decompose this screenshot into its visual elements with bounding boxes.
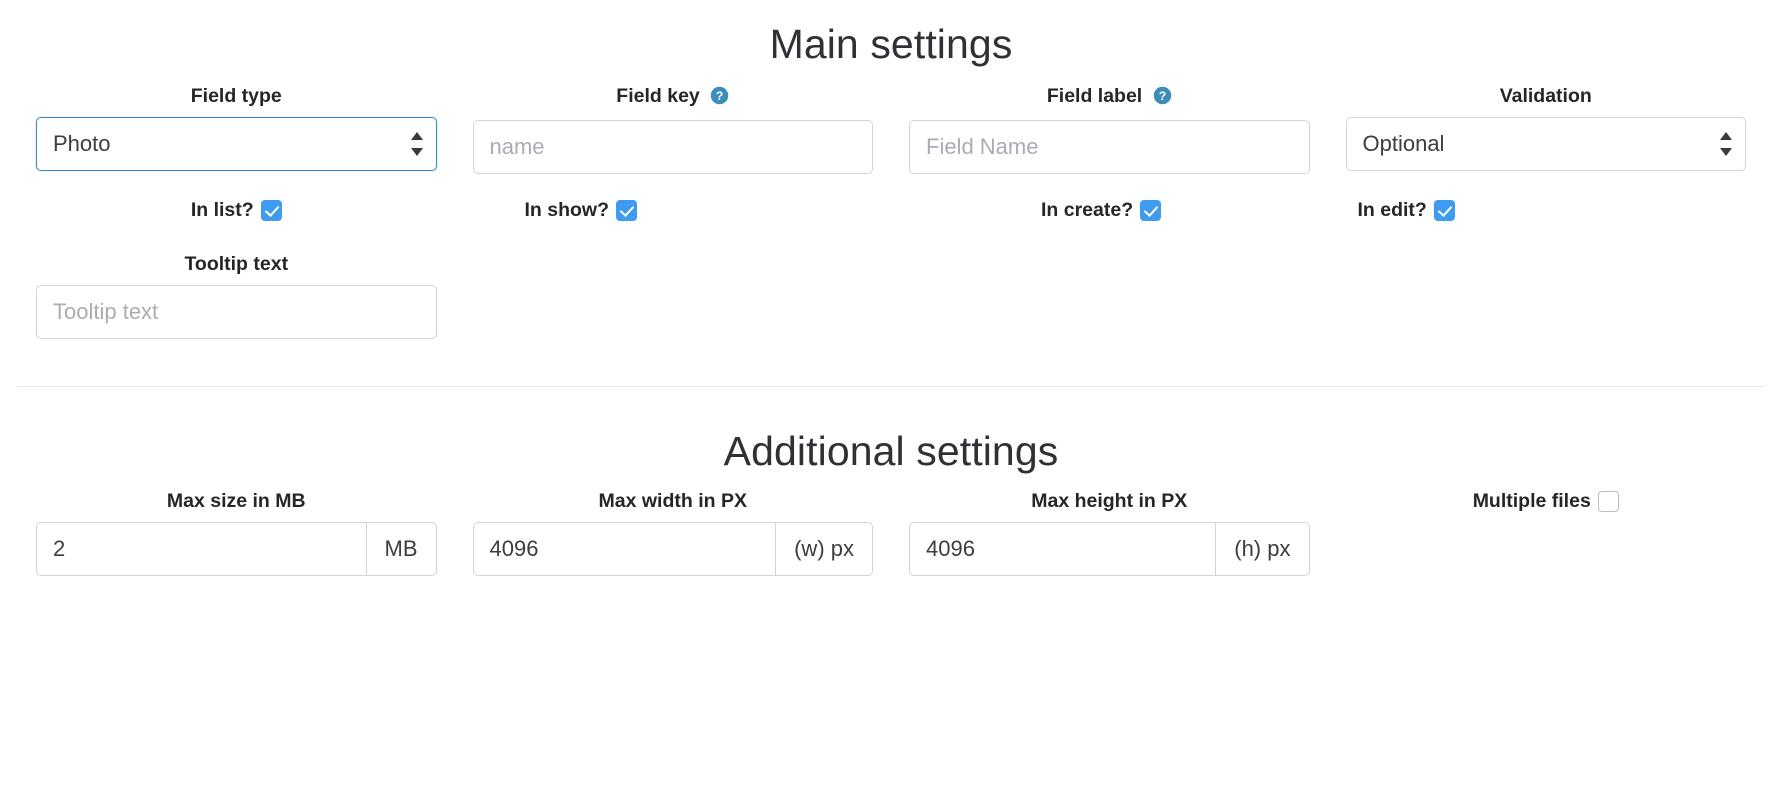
multiple-files-label: Multiple files: [1472, 490, 1591, 512]
in-list-label: In list?: [190, 199, 254, 221]
max-width-input[interactable]: 4096: [472, 522, 776, 576]
max-height-input[interactable]: 4096: [909, 522, 1216, 576]
additional-settings-heading: Additional settings: [723, 428, 1059, 474]
in-show-checkbox-group[interactable]: In show?: [455, 198, 892, 222]
field-label-input-placeholder: Field Name: [926, 134, 1039, 159]
in-edit-checkbox-group[interactable]: In edit?: [1328, 198, 1765, 222]
max-height-input-group: 4096 (h) px: [909, 522, 1310, 576]
field-label-group: Field label ? Field Name: [891, 84, 1328, 174]
question-circle-icon[interactable]: ?: [710, 86, 729, 111]
tooltip-text-input[interactable]: Tooltip text: [36, 285, 437, 339]
tooltip-row-spacer-3: [1328, 252, 1765, 339]
max-height-label: Max height in PX: [1031, 490, 1188, 512]
in-list-checkbox-group[interactable]: In list?: [18, 198, 455, 222]
tooltip-text-input-placeholder: Tooltip text: [53, 299, 159, 324]
in-create-label: In create?: [1041, 199, 1134, 221]
multiple-files-checkbox-group[interactable]: Multiple files: [1346, 489, 1747, 513]
tooltip-row-spacer-1: [455, 252, 892, 339]
field-type-label: Field type: [36, 84, 437, 108]
additional-settings-section: Additional settings Max size in MB 2 MB …: [18, 427, 1764, 576]
max-width-input-group: 4096 (w) px: [472, 522, 873, 576]
field-label-label-text: Field label: [1046, 85, 1143, 107]
validation-select-value: Optional: [1362, 131, 1445, 156]
validation-label-text: Validation: [1499, 85, 1592, 107]
field-key-label-text: Field key: [616, 85, 700, 107]
max-size-input[interactable]: 2: [36, 522, 366, 576]
svg-text:?: ?: [716, 89, 724, 103]
validation-label: Validation: [1346, 84, 1747, 108]
tooltip-row-spacer-2: [891, 252, 1328, 339]
field-key-group: Field key ? name: [455, 84, 892, 174]
question-circle-icon[interactable]: ?: [1153, 86, 1172, 111]
field-label-label: Field label ?: [909, 84, 1310, 111]
field-type-label-text: Field type: [190, 85, 282, 107]
max-height-unit-suffix: (h) px: [1215, 522, 1310, 576]
max-size-unit-suffix: MB: [365, 522, 437, 576]
max-size-input-group: 2 MB: [36, 522, 437, 576]
in-edit-checkbox[interactable]: [1433, 199, 1455, 221]
max-width-group: Max width in PX 4096 (w) px: [455, 489, 892, 576]
field-key-input-placeholder: name: [489, 134, 545, 159]
field-key-label: Field key ?: [473, 84, 874, 111]
in-edit-label: In edit?: [1357, 199, 1427, 221]
sections-divider: [18, 386, 1764, 387]
tooltip-text-group: Tooltip text Tooltip text: [18, 252, 455, 339]
in-list-checkbox[interactable]: [260, 199, 282, 221]
max-size-group: Max size in MB 2 MB: [18, 489, 455, 576]
in-show-checkbox[interactable]: [616, 199, 637, 221]
field-settings-page: Main settings Field type Photo Field key: [0, 20, 1782, 812]
additional-settings-fields-row: Max size in MB 2 MB Max width in PX 4096…: [18, 489, 1764, 576]
max-size-label: Max size in MB: [166, 490, 306, 512]
main-settings-heading: Main settings: [769, 21, 1013, 67]
max-width-label: Max width in PX: [598, 490, 747, 512]
select-updown-arrows-icon: [1720, 131, 1732, 157]
validation-select[interactable]: Optional: [1345, 117, 1746, 171]
validation-group: Validation Optional: [1328, 84, 1765, 174]
tooltip-text-label: Tooltip text: [36, 252, 437, 276]
in-show-label: In show?: [524, 199, 610, 221]
select-updown-arrows-icon: [410, 131, 423, 157]
multiple-files-checkbox[interactable]: [1597, 490, 1619, 512]
in-create-checkbox[interactable]: [1140, 199, 1162, 221]
field-type-select-value: Photo: [53, 131, 111, 156]
field-label-input[interactable]: Field Name: [909, 120, 1310, 174]
field-type-group: Field type Photo: [18, 84, 455, 174]
multiple-files-group: Multiple files: [1328, 489, 1765, 576]
field-type-select[interactable]: Photo: [36, 117, 437, 171]
in-create-checkbox-group[interactable]: In create?: [891, 198, 1328, 222]
tooltip-text-label-text: Tooltip text: [184, 253, 289, 275]
visibility-checkbox-row: In list? In show? In create? In edit?: [18, 198, 1764, 222]
tooltip-text-row: Tooltip text Tooltip text: [18, 252, 1764, 339]
svg-text:?: ?: [1158, 89, 1166, 103]
main-settings-fields-row: Field type Photo Field key ? name Field …: [18, 84, 1764, 174]
max-width-unit-suffix: (w) px: [775, 522, 873, 576]
field-key-input[interactable]: name: [472, 120, 873, 174]
max-height-group: Max height in PX 4096 (h) px: [891, 489, 1328, 576]
